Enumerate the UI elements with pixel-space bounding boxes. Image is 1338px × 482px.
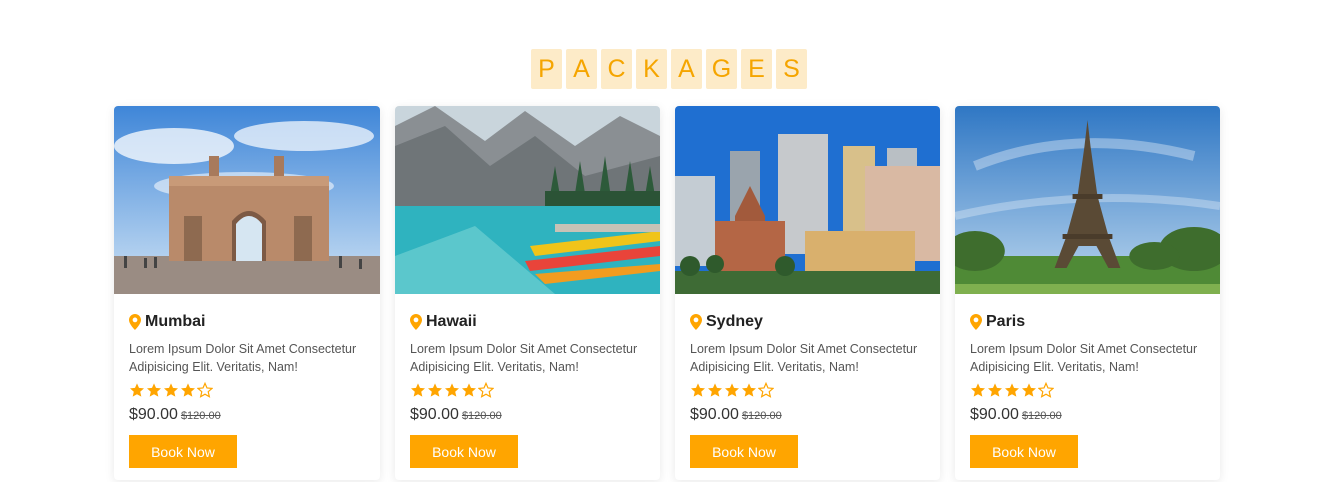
star-filled-icon — [462, 383, 476, 397]
rating-stars — [970, 382, 1205, 398]
title-letter: A — [566, 49, 597, 89]
price: $90.00 — [970, 406, 1019, 423]
package-cards: Mumbai Lorem Ipsum Dolor Sit Amet Consec… — [114, 106, 1220, 480]
package-description: Lorem Ipsum Dolor Sit Amet Consectetur A… — [970, 342, 1198, 374]
star-filled-icon — [691, 383, 705, 397]
old-price: $120.00 — [741, 410, 782, 422]
title-letter: S — [776, 49, 807, 89]
rating-stars — [129, 382, 365, 398]
book-now-button[interactable]: Book Now — [410, 435, 518, 468]
price-row: $90.00 $120.00 — [129, 406, 365, 426]
mountain-lake-photo — [395, 106, 660, 294]
package-card: Paris Lorem Ipsum Dolor Sit Amet Consect… — [955, 106, 1220, 480]
star-filled-icon — [742, 383, 756, 397]
star-filled-icon — [988, 383, 1002, 397]
map-pin-icon — [690, 314, 702, 330]
section-title: P A C K A G E S — [0, 49, 1338, 89]
map-pin-icon — [129, 314, 141, 330]
star-filled-icon — [971, 383, 985, 397]
location-row: Mumbai — [129, 312, 365, 332]
package-card: Hawaii Lorem Ipsum Dolor Sit Amet Consec… — [395, 106, 660, 480]
star-outline-icon — [197, 382, 213, 398]
map-pin-icon — [970, 314, 982, 330]
gateway-of-india-photo — [114, 106, 380, 294]
star-outline-icon — [1038, 382, 1054, 398]
package-card: Sydney Lorem Ipsum Dolor Sit Amet Consec… — [675, 106, 940, 480]
star-filled-icon — [1022, 383, 1036, 397]
location-name: Sydney — [706, 313, 763, 330]
star-filled-icon — [708, 383, 722, 397]
package-description: Lorem Ipsum Dolor Sit Amet Consectetur A… — [690, 342, 918, 374]
title-letter: K — [636, 49, 667, 89]
rating-stars — [690, 382, 925, 398]
location-row: Paris — [970, 312, 1205, 332]
star-filled-icon — [725, 383, 739, 397]
star-filled-icon — [181, 383, 195, 397]
price: $90.00 — [129, 406, 178, 423]
star-filled-icon — [164, 383, 178, 397]
book-now-button[interactable]: Book Now — [970, 435, 1078, 468]
title-letter: C — [601, 49, 632, 89]
price: $90.00 — [410, 406, 459, 423]
old-price: $120.00 — [461, 410, 502, 422]
price-row: $90.00 $120.00 — [970, 406, 1205, 426]
location-row: Hawaii — [410, 312, 645, 332]
title-letter: P — [531, 49, 562, 89]
star-outline-icon — [758, 382, 774, 398]
title-letter: E — [741, 49, 772, 89]
star-filled-icon — [130, 383, 144, 397]
book-now-button[interactable]: Book Now — [690, 435, 798, 468]
price: $90.00 — [690, 406, 739, 423]
city-skyline-photo — [675, 106, 940, 294]
star-outline-icon — [478, 382, 494, 398]
location-name: Hawaii — [426, 313, 477, 330]
package-card: Mumbai Lorem Ipsum Dolor Sit Amet Consec… — [114, 106, 380, 480]
star-filled-icon — [1005, 383, 1019, 397]
title-letter: G — [706, 49, 737, 89]
star-filled-icon — [411, 383, 425, 397]
location-name: Paris — [986, 313, 1026, 330]
title-letter: A — [671, 49, 702, 89]
book-now-button[interactable]: Book Now — [129, 435, 237, 468]
old-price: $120.00 — [180, 410, 221, 422]
location-row: Sydney — [690, 312, 925, 332]
rating-stars — [410, 382, 645, 398]
star-filled-icon — [147, 383, 161, 397]
star-filled-icon — [445, 383, 459, 397]
package-description: Lorem Ipsum Dolor Sit Amet Consectetur A… — [410, 342, 638, 374]
old-price: $120.00 — [1021, 410, 1062, 422]
package-description: Lorem Ipsum Dolor Sit Amet Consectetur A… — [129, 342, 357, 374]
map-pin-icon — [410, 314, 422, 330]
star-filled-icon — [428, 383, 442, 397]
location-name: Mumbai — [145, 313, 206, 330]
price-row: $90.00 $120.00 — [410, 406, 645, 426]
eiffel-tower-photo — [955, 106, 1220, 294]
price-row: $90.00 $120.00 — [690, 406, 925, 426]
